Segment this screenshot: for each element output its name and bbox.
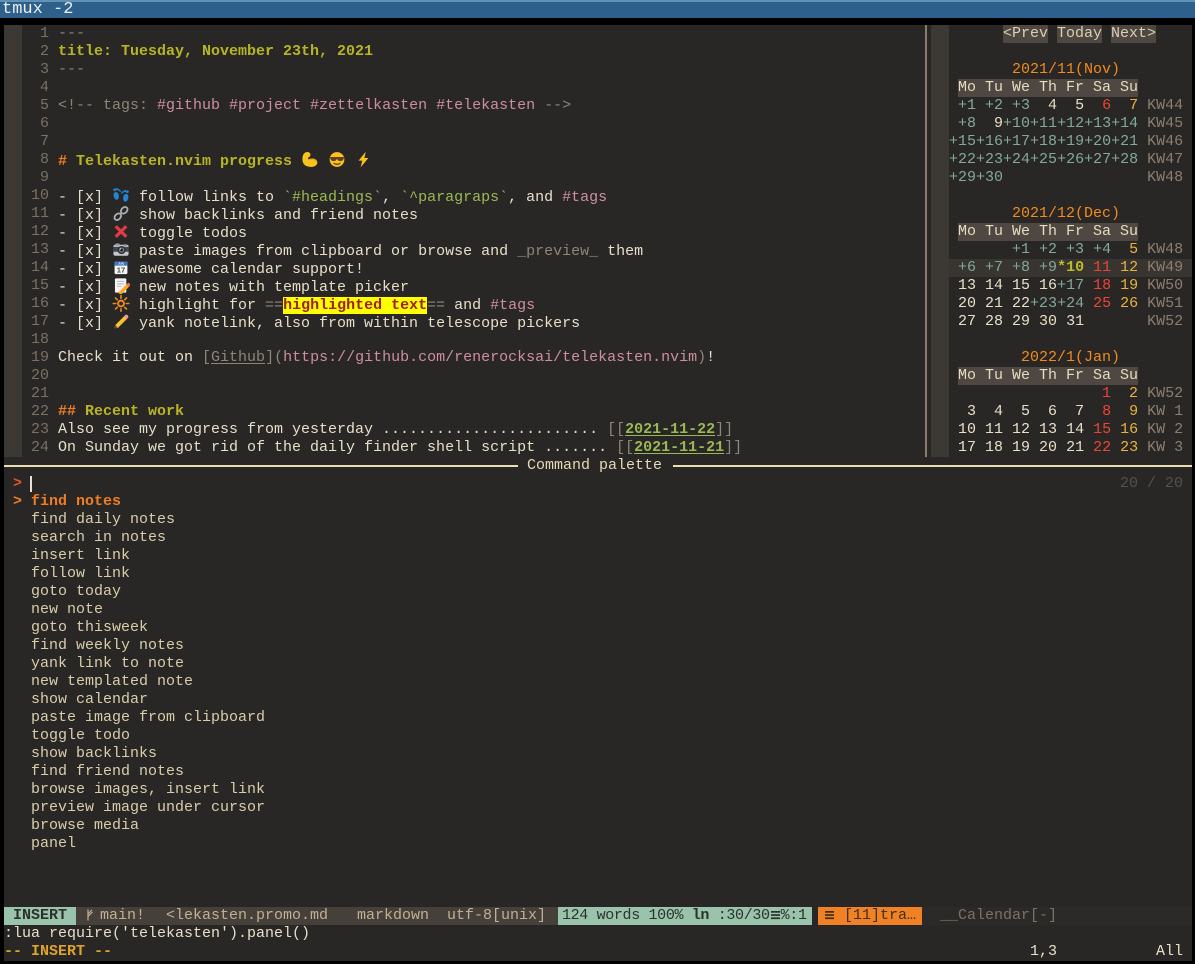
svg-text:17: 17 — [117, 265, 125, 274]
